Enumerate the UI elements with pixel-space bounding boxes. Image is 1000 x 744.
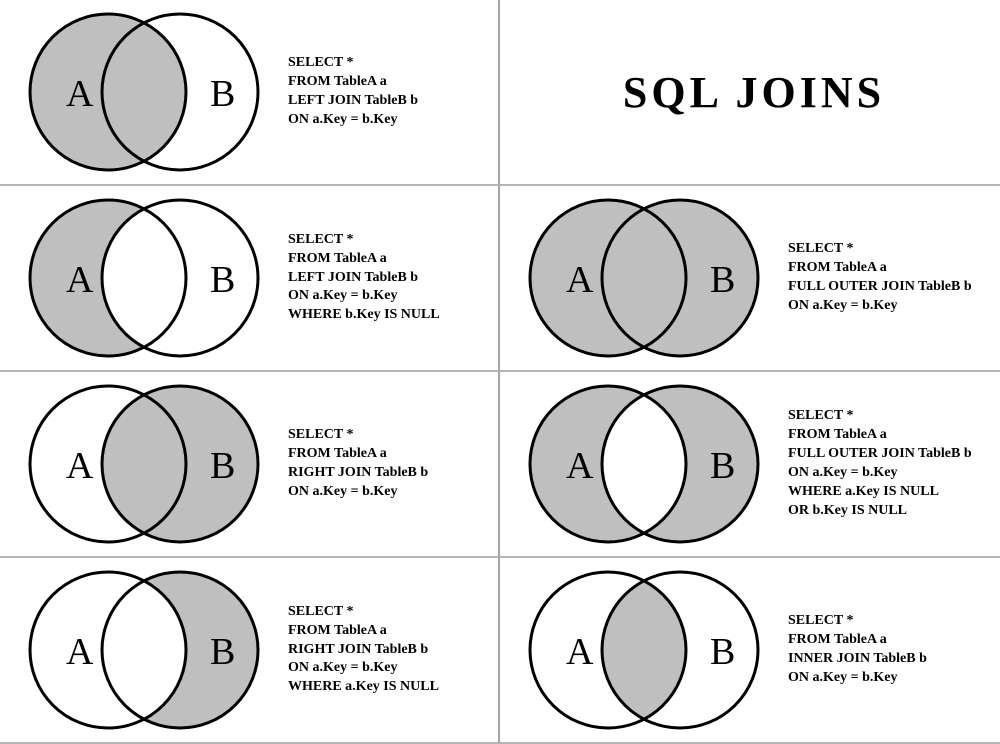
venn-right-excl: A B: [18, 566, 270, 734]
sql-left-join: SELECT * FROM TableA a LEFT JOIN TableB …: [270, 54, 488, 130]
venn-label-b: B: [210, 445, 235, 487]
panel-inner-join: A B SELECT * FROM TableA a INNER JOIN Ta…: [500, 558, 1000, 744]
venn-left-excl: A B: [18, 194, 270, 362]
venn-label-b: B: [710, 445, 735, 487]
panel-left-join: A B SELECT * FROM TableA a LEFT JOIN Tab…: [0, 0, 500, 186]
venn-label-a: A: [566, 259, 594, 301]
page-title: SQL JOINS: [623, 67, 885, 118]
venn-full-outer-excl: A B: [518, 380, 770, 548]
venn-label-a: A: [566, 631, 594, 673]
venn-left-join: A B: [18, 8, 270, 176]
panel-full-outer-excl: A B SELECT * FROM TableA a FULL OUTER JO…: [500, 372, 1000, 558]
venn-label-b: B: [710, 631, 735, 673]
venn-full-outer: A B: [518, 194, 770, 362]
sql-left-excl: SELECT * FROM TableA a LEFT JOIN TableB …: [270, 231, 488, 325]
venn-label-b: B: [210, 631, 235, 673]
venn-label-a: A: [566, 445, 594, 487]
venn-label-a: A: [66, 445, 94, 487]
venn-label-a: A: [66, 73, 94, 115]
venn-label-b: B: [210, 259, 235, 301]
venn-inner-join: A B: [518, 566, 770, 734]
panel-left-excl: A B SELECT * FROM TableA a LEFT JOIN Tab…: [0, 186, 500, 372]
sql-full-outer: SELECT * FROM TableA a FULL OUTER JOIN T…: [770, 240, 990, 316]
title-cell: SQL JOINS: [500, 0, 1000, 186]
panel-full-outer: A B SELECT * FROM TableA a FULL OUTER JO…: [500, 186, 1000, 372]
sql-right-excl: SELECT * FROM TableA a RIGHT JOIN TableB…: [270, 603, 488, 697]
venn-label-a: A: [66, 631, 94, 673]
grid-container: A B SELECT * FROM TableA a LEFT JOIN Tab…: [0, 0, 1000, 740]
panel-right-join: A B SELECT * FROM TableA a RIGHT JOIN Ta…: [0, 372, 500, 558]
panel-right-excl: A B SELECT * FROM TableA a RIGHT JOIN Ta…: [0, 558, 500, 744]
venn-right-join: A B: [18, 380, 270, 548]
sql-right-join: SELECT * FROM TableA a RIGHT JOIN TableB…: [270, 426, 488, 502]
sql-inner-join: SELECT * FROM TableA a INNER JOIN TableB…: [770, 612, 990, 688]
venn-label-a: A: [66, 259, 94, 301]
venn-label-b: B: [210, 73, 235, 115]
sql-full-outer-excl: SELECT * FROM TableA a FULL OUTER JOIN T…: [770, 407, 990, 520]
venn-label-b: B: [710, 259, 735, 301]
